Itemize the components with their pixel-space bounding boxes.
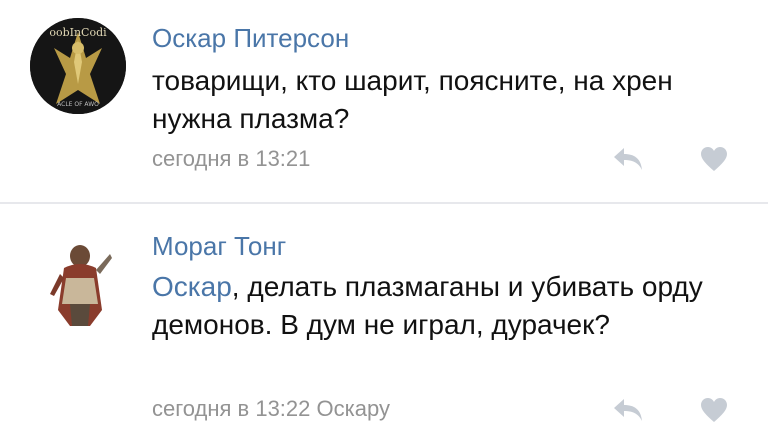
comment-item: oobInCodi ACLE OF AWO Оскар Питерсон тов… bbox=[0, 0, 768, 203]
heart-icon[interactable] bbox=[700, 397, 728, 428]
comment-text: Оскар, делать плазмаганы и убивать орду … bbox=[152, 271, 703, 340]
reply-to-label[interactable]: Оскару bbox=[317, 396, 390, 421]
heart-icon[interactable] bbox=[700, 146, 728, 177]
svg-text:ACLE OF AWO: ACLE OF AWO bbox=[57, 101, 99, 108]
comment-timestamp[interactable]: сегодня в 13:21 bbox=[152, 146, 310, 172]
comment-item: Мораг Тонг Оскар, делать плазмаганы и уб… bbox=[0, 204, 768, 436]
comment-text: товарищи, кто шарит, поясните, на хрен н… bbox=[152, 65, 673, 134]
author-name[interactable]: Оскар Питерсон bbox=[152, 23, 349, 53]
author-name[interactable]: Мораг Тонг bbox=[152, 231, 286, 261]
reply-arrow-icon[interactable] bbox=[612, 397, 644, 428]
avatar[interactable] bbox=[36, 234, 122, 330]
reply-arrow-icon[interactable] bbox=[612, 146, 644, 177]
avatar-image bbox=[36, 234, 122, 330]
mention-link[interactable]: Оскар bbox=[152, 271, 232, 302]
svg-text:oobInCodi: oobInCodi bbox=[49, 26, 107, 39]
avatar[interactable]: oobInCodi ACLE OF AWO bbox=[30, 18, 126, 114]
comment-timestamp[interactable]: сегодня в 13:22 Оскару bbox=[152, 396, 390, 422]
avatar-image: oobInCodi ACLE OF AWO bbox=[30, 18, 126, 114]
